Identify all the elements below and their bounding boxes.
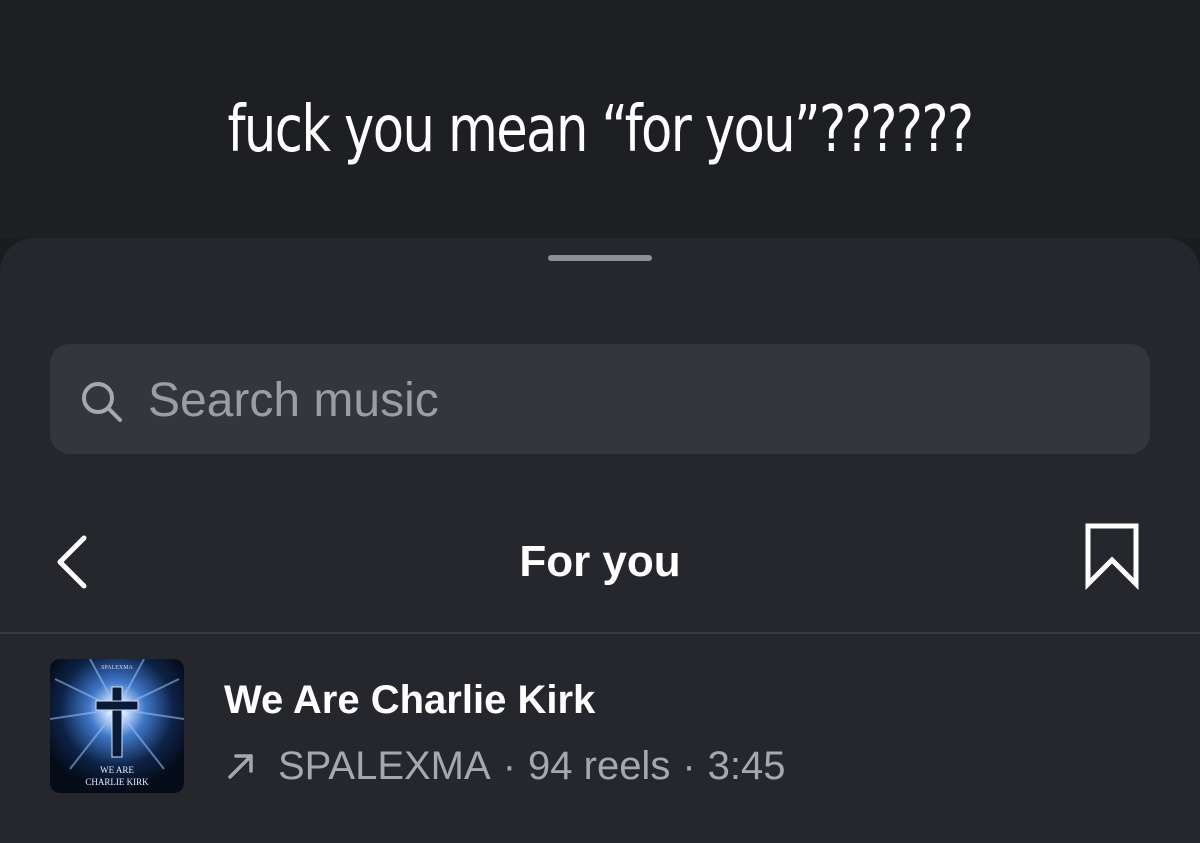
arrow-up-right-icon (228, 754, 253, 779)
search-icon (82, 382, 122, 422)
bookmark-button[interactable] (1082, 522, 1142, 590)
drag-handle[interactable] (548, 255, 652, 261)
track-row[interactable]: SPALEXMA WE ARE CHARLIE KIRK We Are Char… (0, 648, 1200, 808)
page-title: For you (519, 537, 681, 586)
separator: · (502, 743, 517, 788)
art-top-text: SPALEXMA (101, 665, 133, 671)
search-input[interactable] (148, 368, 1108, 432)
screenshot: fuck you mean “for you”?????? For you (0, 0, 1200, 843)
track-meta: SPALEXMA · 94 reels · 3:45 (226, 738, 786, 794)
back-button[interactable] (50, 532, 102, 592)
chevron-left-icon (57, 535, 87, 589)
meme-caption: fuck you mean “for you”?????? (0, 0, 1200, 238)
track-reels-count: 94 reels (528, 743, 671, 788)
track-title: We Are Charlie Kirk (224, 678, 596, 722)
art-line2: CHARLIE KIRK (85, 777, 149, 787)
art-line1: WE ARE (100, 765, 134, 775)
separator: · (682, 743, 696, 788)
track-duration: 3:45 (707, 743, 786, 788)
bookmark-icon (1085, 523, 1139, 590)
divider (0, 632, 1200, 634)
music-picker-sheet: For you (0, 238, 1200, 843)
caption-text: fuck you mean “for you”?????? (227, 93, 975, 167)
album-art: SPALEXMA WE ARE CHARLIE KIRK (50, 659, 184, 793)
track-artist[interactable]: SPALEXMA (278, 744, 491, 789)
